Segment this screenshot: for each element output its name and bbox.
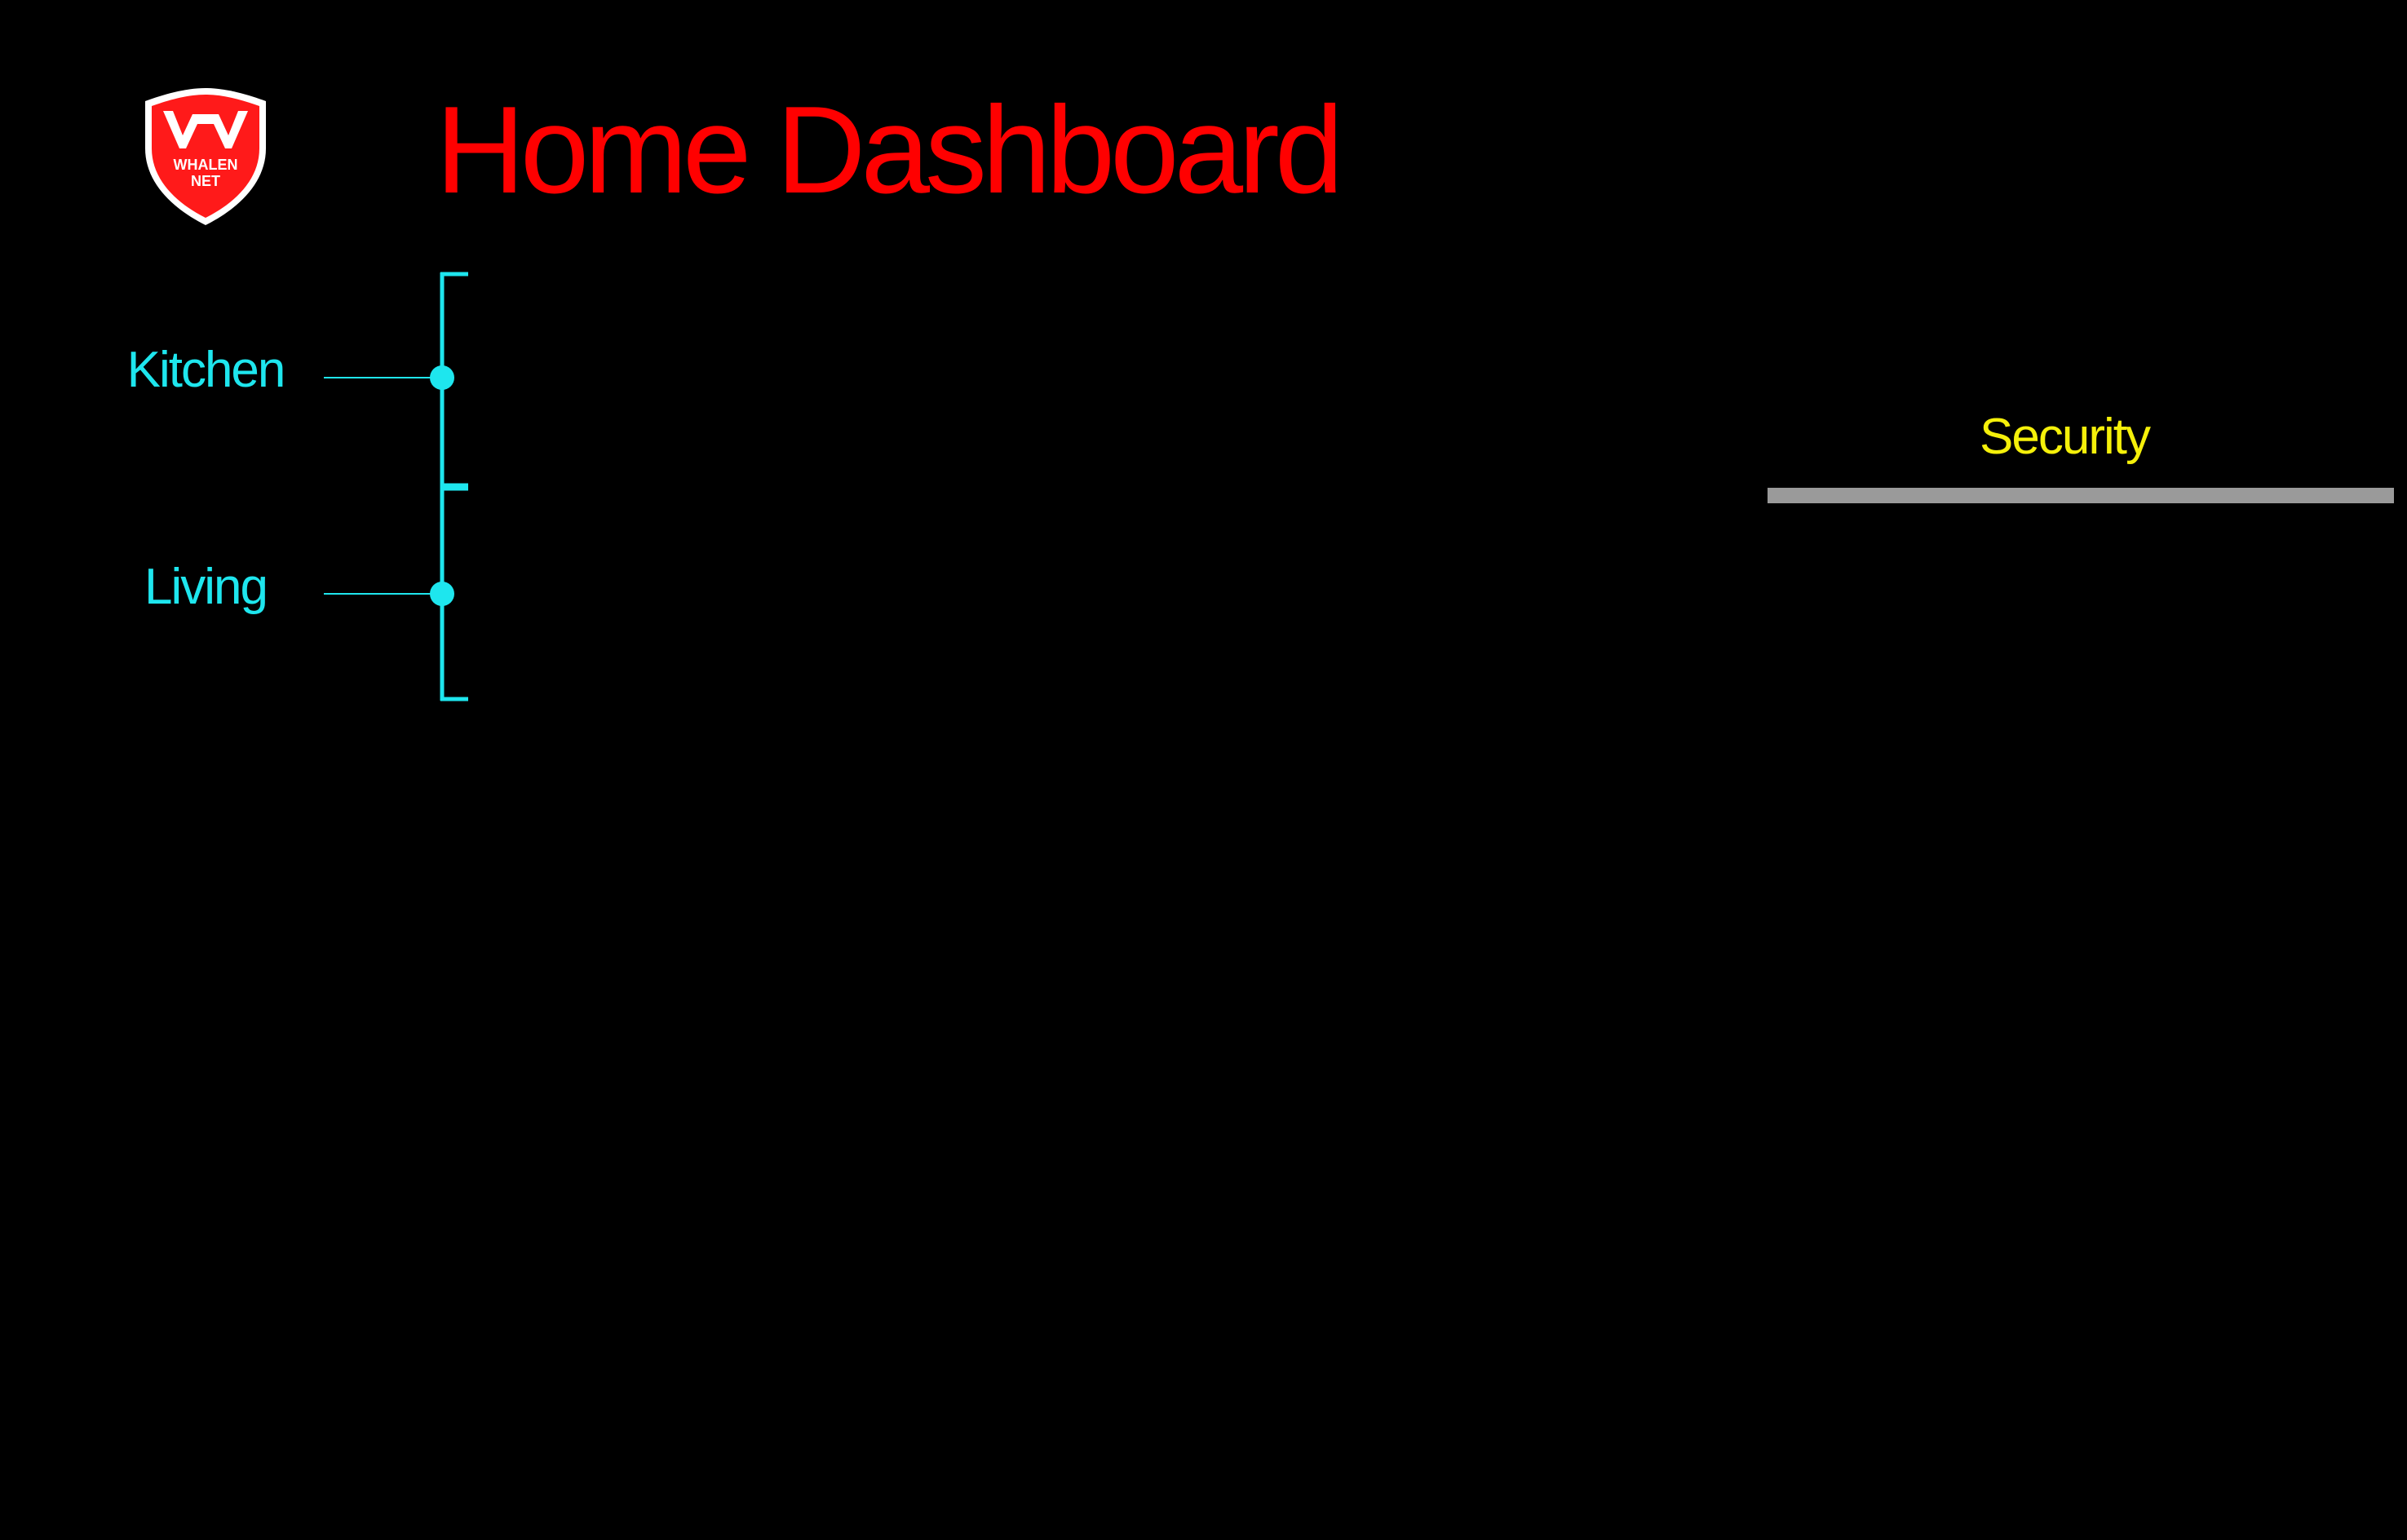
room-item-kitchen[interactable]: Kitchen <box>104 345 308 396</box>
security-panel: Security <box>1768 412 2394 503</box>
page-title: Home Dashboard <box>436 81 1343 219</box>
security-divider-bar <box>1768 488 2394 503</box>
node-dot-icon[interactable] <box>430 582 454 606</box>
node-dot-icon[interactable] <box>430 365 454 390</box>
security-heading[interactable]: Security <box>1751 412 2378 462</box>
room-nav: Kitchen Living <box>0 0 506 734</box>
room-item-living[interactable]: Living <box>104 562 308 613</box>
